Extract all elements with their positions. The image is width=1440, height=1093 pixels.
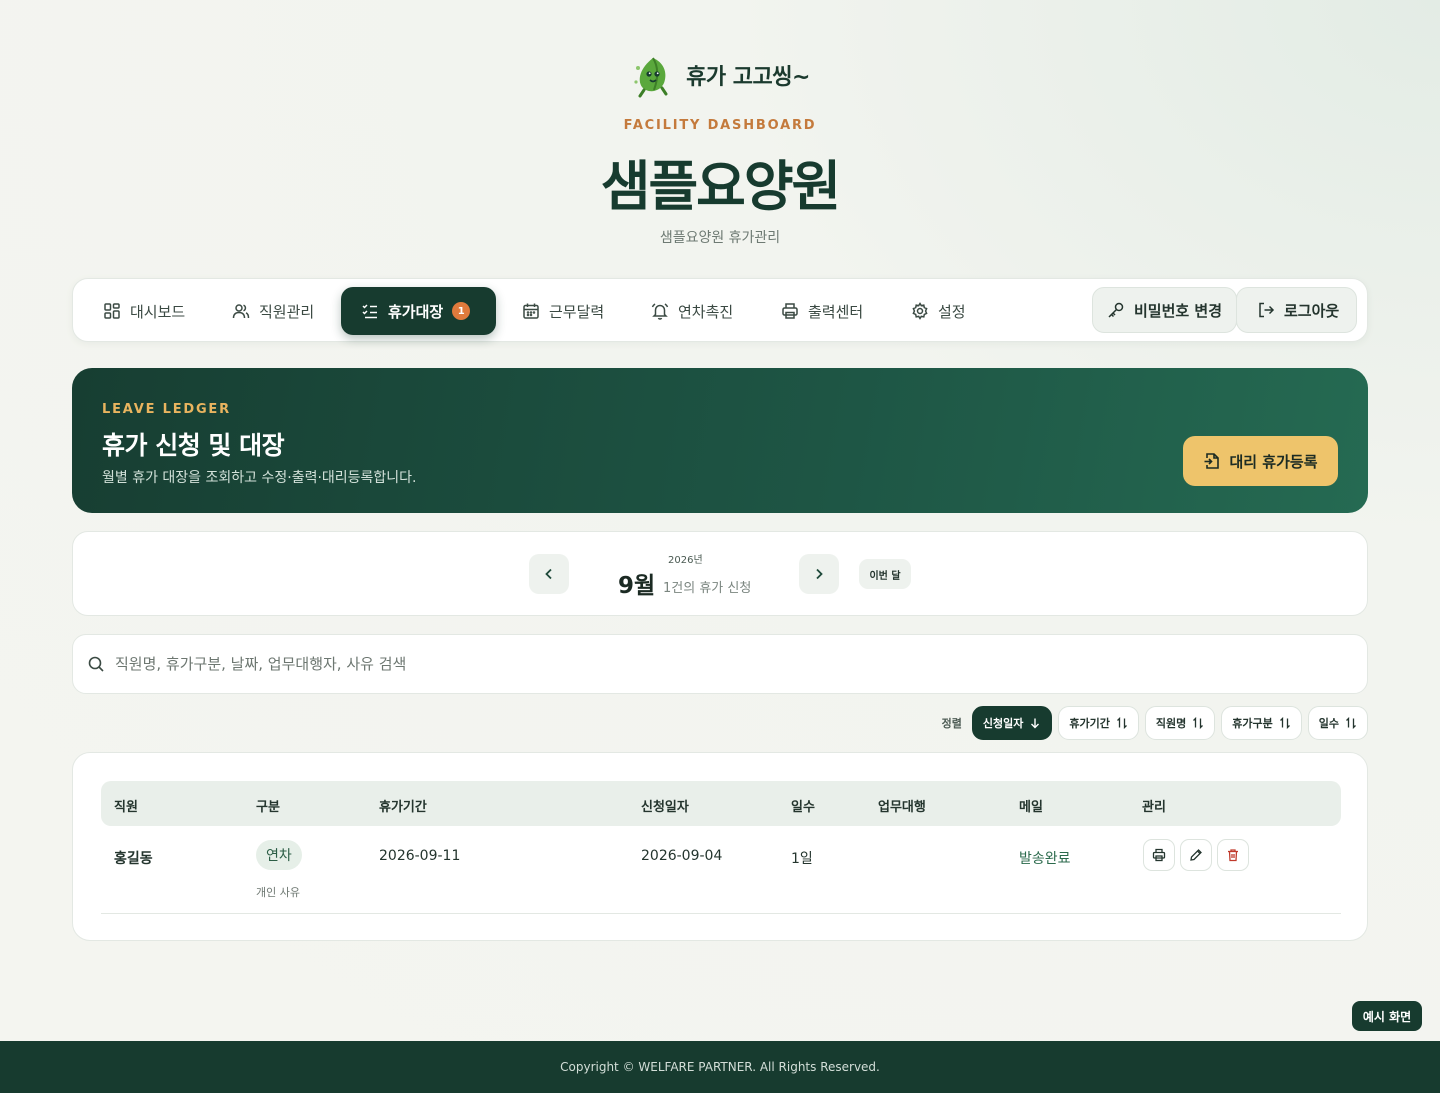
leave-period: 2026-09-11 xyxy=(379,848,461,864)
search-icon xyxy=(88,656,104,672)
nav-item-label: 출력센터 xyxy=(808,302,864,321)
proxy-leave-register-label: 대리 휴가등록 xyxy=(1229,452,1318,471)
sort-option-label: 직원명 xyxy=(1155,717,1187,730)
logout-icon xyxy=(1259,302,1275,318)
search-bar xyxy=(72,634,1368,694)
demo-screen-badge: 예시 화면 xyxy=(1352,1001,1422,1031)
column-header[interactable]: 휴가기간 xyxy=(379,796,427,815)
this-month-button[interactable]: 이번 달 xyxy=(859,559,911,589)
sort-arrows-icon xyxy=(1116,717,1127,729)
page-title: 샘플요양원 xyxy=(600,155,841,218)
nav-item-dashboard[interactable]: 대시보드 xyxy=(83,287,205,335)
sort-period-button[interactable]: 휴가기간 xyxy=(1058,706,1139,740)
calendar-icon xyxy=(523,303,539,319)
delete-button[interactable] xyxy=(1217,839,1249,871)
bell-icon xyxy=(651,303,669,320)
month-navigator: 2026년 9월 1건의 휴가 신청 이번 달 xyxy=(72,531,1368,616)
brand-name: 휴가 고고씽~ xyxy=(686,65,810,90)
next-month-button[interactable] xyxy=(799,554,839,594)
nav-item-label: 설정 xyxy=(938,302,966,321)
sort-option-label: 휴가기간 xyxy=(1069,717,1110,730)
chevron-left-icon xyxy=(545,568,552,580)
nav-item-staff[interactable]: 직원관리 xyxy=(212,287,334,335)
change-password-button[interactable]: 비밀번호 변경 xyxy=(1092,287,1238,333)
year-label: 2026년 xyxy=(668,555,703,566)
sort-bar: 정렬 신청일자 휴가기간 직원명 휴가구분 일수 xyxy=(942,706,1368,740)
leave-days: 1일 xyxy=(791,851,813,867)
table-header: 직원 구분 휴가기간 신청일자 일수 업무대행 메일 관리 xyxy=(101,781,1341,826)
header-eyebrow: FACILITY DASHBOARD xyxy=(623,118,817,133)
footer: Copyright © WELFARE PARTNER. All Rights … xyxy=(0,1041,1440,1093)
leave-count: 1건의 휴가 신청 xyxy=(663,581,752,596)
copyright-text: Copyright © WELFARE PARTNER. All Rights … xyxy=(560,1060,880,1074)
nav-item-label: 연차촉진 xyxy=(678,302,734,321)
nav-item-label: 대시보드 xyxy=(130,302,186,321)
leave-ledger-hero: LEAVE LEDGER 휴가 신청 및 대장 월별 휴가 대장을 조회하고 수… xyxy=(72,368,1368,513)
print-button[interactable] xyxy=(1143,839,1175,871)
hero-title: 휴가 신청 및 대장 xyxy=(102,431,285,460)
sort-applied-date-button[interactable]: 신청일자 xyxy=(971,706,1053,740)
nav-item-leave-ledger[interactable]: 휴가대장 1 xyxy=(341,287,496,335)
nav-item-settings[interactable]: 설정 xyxy=(891,287,986,335)
column-header[interactable]: 신청일자 xyxy=(641,796,689,815)
printer-icon xyxy=(1152,848,1166,862)
column-header[interactable]: 관리 xyxy=(1142,796,1166,815)
table-row[interactable]: 홍길동 연차 개인 사유 2026-09-11 2026-09-04 1일 발송… xyxy=(101,826,1341,914)
nav-item-label: 근무달력 xyxy=(549,302,605,321)
column-header[interactable]: 구분 xyxy=(256,796,280,815)
sort-type-button[interactable]: 휴가구분 xyxy=(1221,706,1302,740)
pencil-icon xyxy=(1190,849,1202,861)
applied-date: 2026-09-04 xyxy=(641,848,723,864)
nav-item-label: 직원관리 xyxy=(259,302,315,321)
arrow-down-icon xyxy=(1031,718,1040,729)
hero-eyebrow: LEAVE LEDGER xyxy=(102,402,231,417)
employee-name: 홍길동 xyxy=(114,851,153,867)
search-input[interactable] xyxy=(115,655,1315,673)
change-password-label: 비밀번호 변경 xyxy=(1134,301,1223,320)
nav-item-print-center[interactable]: 출력센터 xyxy=(761,287,883,335)
file-import-icon xyxy=(1204,453,1220,469)
sort-arrows-icon xyxy=(1346,717,1356,729)
leave-type-badge: 연차 xyxy=(256,840,302,870)
month-label: 9월 xyxy=(618,573,656,599)
main-nav: 대시보드 직원관리 휴가대장 1 근무달력 연차촉진 출력센터 설정 비밀번호 … xyxy=(72,278,1368,342)
column-header[interactable]: 업무대행 xyxy=(878,796,926,815)
column-header[interactable]: 일수 xyxy=(791,796,815,815)
printer-icon xyxy=(782,303,798,319)
column-header[interactable]: 메일 xyxy=(1019,796,1043,815)
proxy-leave-register-button[interactable]: 대리 휴가등록 xyxy=(1183,436,1338,486)
page-subtitle: 샘플요양원 휴가관리 xyxy=(659,230,781,246)
logout-button[interactable]: 로그아웃 xyxy=(1236,287,1357,333)
leave-table: 직원 구분 휴가기간 신청일자 일수 업무대행 메일 관리 홍길동 연차 개인 … xyxy=(72,752,1368,941)
users-icon xyxy=(232,304,250,319)
sort-name-button[interactable]: 직원명 xyxy=(1144,706,1216,740)
nav-item-leave-promotion[interactable]: 연차촉진 xyxy=(631,287,753,335)
checklist-icon xyxy=(362,304,377,319)
sort-option-label: 휴가구분 xyxy=(1232,717,1273,730)
brand: 휴가 고고씽~ xyxy=(0,52,1440,98)
nav-item-label: 휴가대장 xyxy=(388,302,444,321)
edit-button[interactable] xyxy=(1180,839,1212,871)
sort-arrows-icon xyxy=(1279,717,1290,729)
chevron-right-icon xyxy=(816,568,823,580)
trash-icon xyxy=(1228,849,1238,862)
key-icon xyxy=(1108,302,1124,318)
mail-status: 발송완료 xyxy=(1019,851,1071,867)
sort-label: 정렬 xyxy=(941,717,962,730)
sort-option-label: 신청일자 xyxy=(982,717,1024,730)
sort-option-label: 일수 xyxy=(1318,717,1339,730)
hero-description: 월별 휴가 대장을 조회하고 수정·출력·대리등록합니다. xyxy=(102,470,417,486)
logout-label: 로그아웃 xyxy=(1284,301,1340,320)
nav-badge: 1 xyxy=(452,302,471,320)
sort-days-button[interactable]: 일수 xyxy=(1307,706,1368,740)
prev-month-button[interactable] xyxy=(529,554,569,594)
nav-item-calendar[interactable]: 근무달력 xyxy=(502,287,624,335)
sort-arrows-icon xyxy=(1193,717,1204,729)
leave-reason: 개인 사유 xyxy=(256,886,300,899)
leaf-mascot-icon xyxy=(630,52,676,98)
column-header[interactable]: 직원 xyxy=(114,796,138,815)
grid-icon xyxy=(104,303,120,319)
gear-icon xyxy=(912,302,928,320)
